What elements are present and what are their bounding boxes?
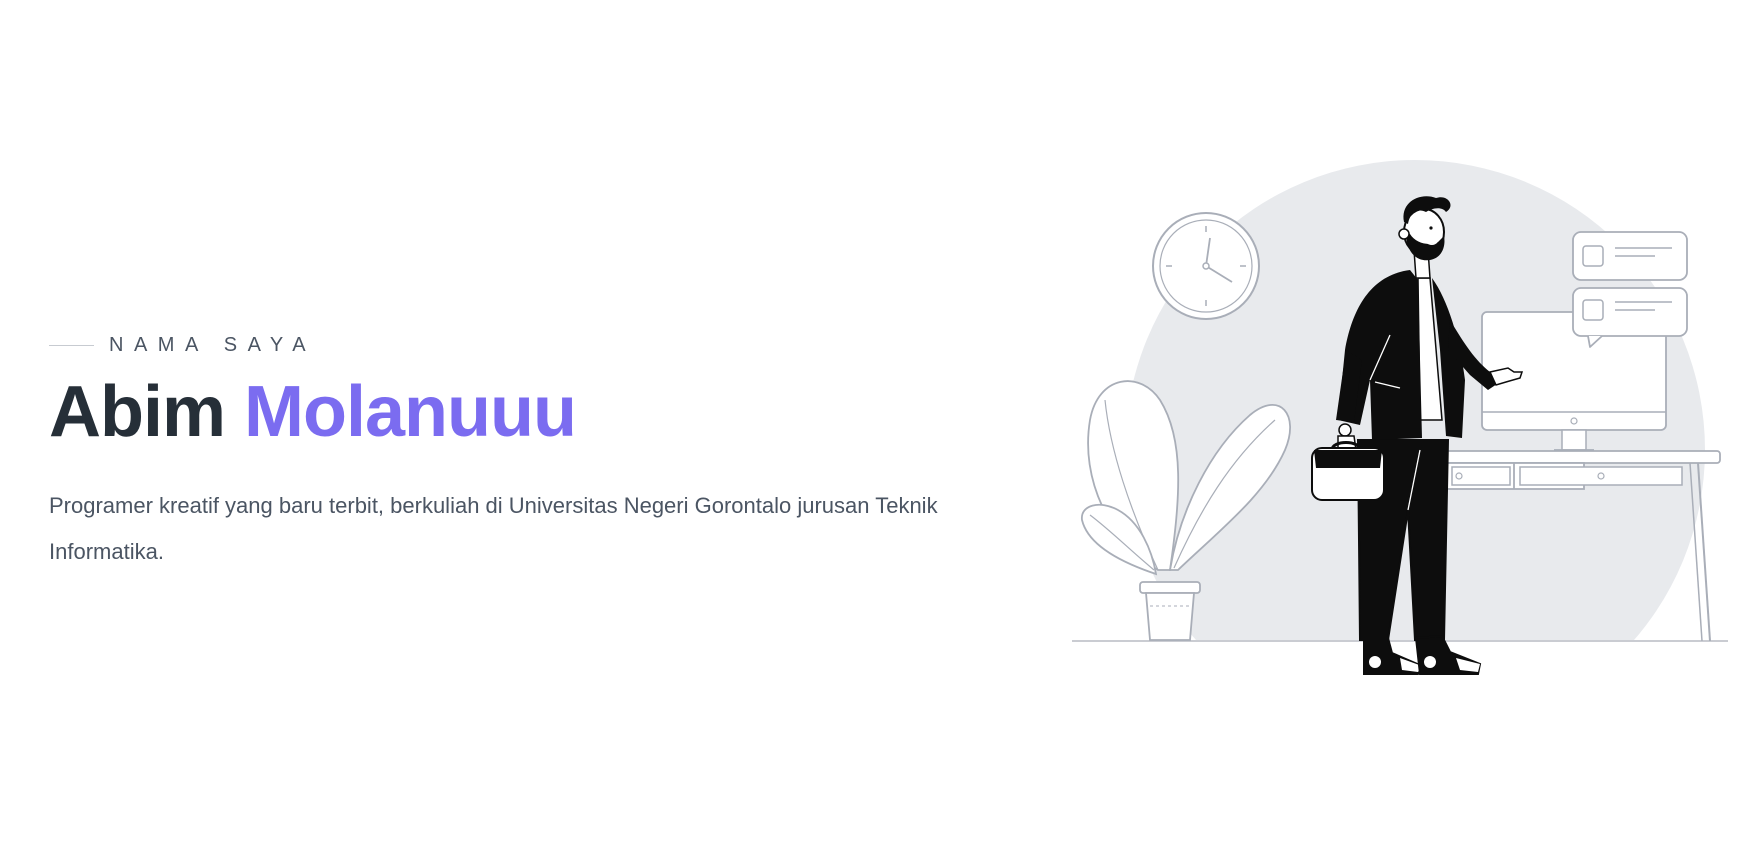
chat-bubble-icon	[1572, 231, 1688, 348]
intro-text: Programer kreatif yang baru terbit, berk…	[49, 493, 938, 564]
eyebrow-divider	[49, 344, 94, 346]
hero-illustration	[1070, 150, 1730, 700]
name-accent: Molanuuu	[244, 372, 577, 452]
wall-clock-icon	[1152, 212, 1260, 320]
page-title: Abim Molanuuu	[49, 367, 949, 457]
eyebrow: NAMA SAYA	[49, 330, 949, 360]
illustration-svg	[1070, 160, 1730, 700]
name-first: Abim	[49, 372, 226, 452]
hero-section: NAMA SAYA Abim Molanuuu Programer kreati…	[49, 330, 949, 575]
eyebrow-label: NAMA SAYA	[109, 333, 317, 356]
